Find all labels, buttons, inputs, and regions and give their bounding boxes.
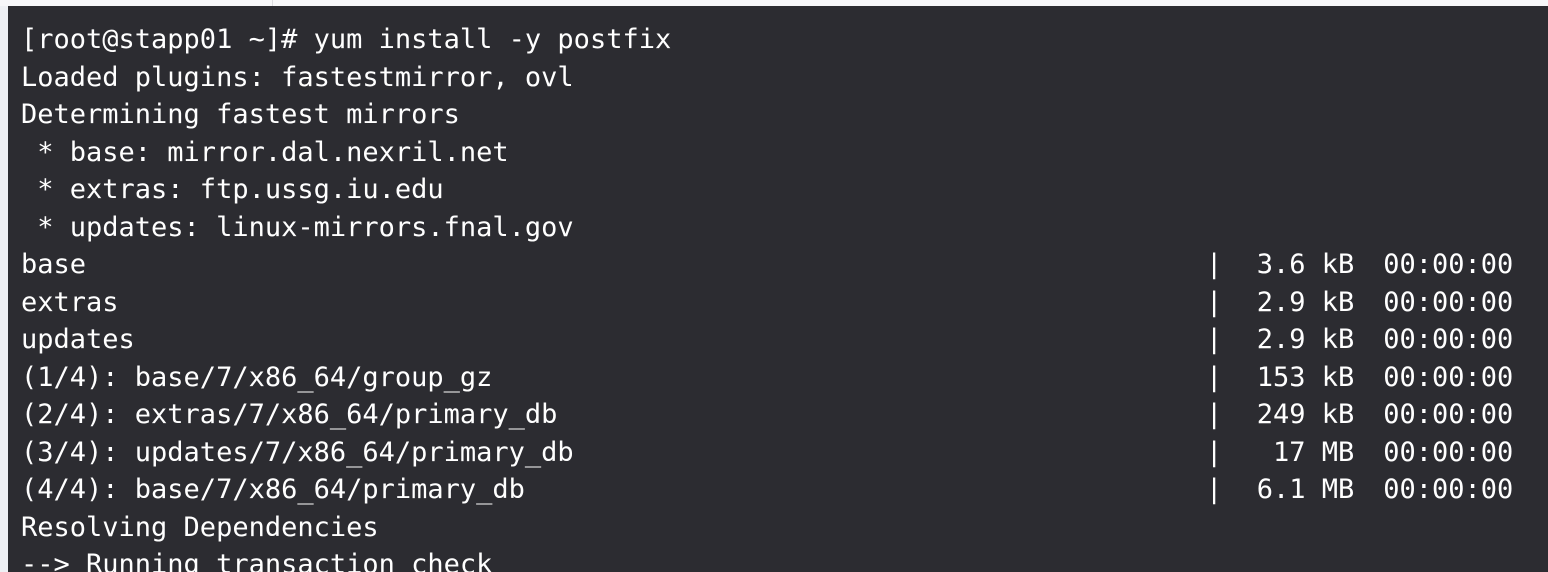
terminal-line: Resolving Dependencies xyxy=(21,509,1541,547)
download-time: 00:00:00 xyxy=(1383,474,1514,505)
download-size: 17 MB xyxy=(1272,436,1355,468)
separator-bar: | xyxy=(1206,286,1223,318)
terminal-output[interactable]: [root@stapp01 ~]# yum install -y postfix… xyxy=(21,21,1541,572)
screen-frame: [root@stapp01 ~]# yum install -y postfix… xyxy=(0,0,1548,572)
download-meta: | 3.6 kB 00:00:00 xyxy=(1206,246,1513,284)
download-time: 00:00:00 xyxy=(1383,361,1514,393)
download-item-name: (3/4): updates/7/x86_64/primary_db xyxy=(21,436,574,468)
download-meta: | 17 MB 00:00:00 xyxy=(1206,434,1513,472)
download-item-name: base xyxy=(21,249,87,280)
output-text: Loaded plugins: fastestmirror, ovl xyxy=(21,61,574,93)
download-line: base | 3.6 kB 00:00:00 xyxy=(21,246,1541,284)
download-size: 153 kB xyxy=(1256,361,1355,393)
command-prompt-line: [root@stapp01 ~]# yum install -y postfix xyxy=(21,24,672,55)
left-window-strip xyxy=(0,6,8,572)
download-item-name: extras xyxy=(21,286,119,318)
download-size: 2.9 kB xyxy=(1256,324,1355,355)
separator-bar: | xyxy=(1206,399,1223,430)
download-meta: | 2.9 kB 00:00:00 xyxy=(1206,284,1513,322)
mirror-entry: * updates: linux-mirrors.fnal.gov xyxy=(21,211,574,243)
download-time: 00:00:00 xyxy=(1383,286,1514,318)
output-text: --> Running transaction check xyxy=(21,549,493,572)
download-line: (2/4): extras/7/x86_64/primary_db | 249 k… xyxy=(21,396,1541,434)
download-size: 249 kB xyxy=(1256,399,1355,430)
download-time: 00:00:00 xyxy=(1383,436,1514,468)
download-item-name: (4/4): base/7/x86_64/primary_db xyxy=(21,474,525,505)
separator-bar: | xyxy=(1206,324,1223,355)
output-text: Resolving Dependencies xyxy=(21,511,379,543)
output-text: Determining fastest mirrors xyxy=(21,99,460,130)
terminal-line: Determining fastest mirrors xyxy=(21,96,1541,134)
terminal-line: * updates: linux-mirrors.fnal.gov xyxy=(21,209,1541,247)
download-meta: | 249 kB 00:00:00 xyxy=(1206,396,1513,434)
download-line: (1/4): base/7/x86_64/group_gz | 153 kB 00:… xyxy=(21,359,1541,397)
download-line: (3/4): updates/7/x86_64/primary_db | 17 M… xyxy=(21,434,1541,472)
mirror-entry: * extras: ftp.ussg.iu.edu xyxy=(21,174,444,205)
terminal-line: [root@stapp01 ~]# yum install -y postfix xyxy=(21,21,1541,59)
download-size: 3.6 kB xyxy=(1256,249,1355,280)
terminal-line: * base: mirror.dal.nexril.net xyxy=(21,134,1541,172)
download-time: 00:00:00 xyxy=(1383,399,1514,430)
download-item-name: (2/4): extras/7/x86_64/primary_db xyxy=(21,399,558,430)
download-size: 6.1 MB xyxy=(1256,474,1355,505)
mirror-entry: * base: mirror.dal.nexril.net xyxy=(21,136,509,168)
terminal-line: * extras: ftp.ussg.iu.edu xyxy=(21,171,1541,209)
separator-bar: | xyxy=(1206,361,1223,393)
separator-bar: | xyxy=(1206,474,1223,505)
download-size: 2.9 kB xyxy=(1256,286,1355,318)
terminal-line: Loaded plugins: fastestmirror, ovl xyxy=(21,59,1541,97)
download-meta: | 153 kB 00:00:00 xyxy=(1206,359,1513,397)
download-line: updates | 2.9 kB 00:00:00 xyxy=(21,321,1541,359)
download-meta: | 2.9 kB 00:00:00 xyxy=(1206,321,1513,359)
terminal-line: --> Running transaction check xyxy=(21,546,1541,572)
download-time: 00:00:00 xyxy=(1383,249,1514,280)
terminal-window[interactable]: [root@stapp01 ~]# yum install -y postfix… xyxy=(8,6,1548,572)
download-item-name: updates xyxy=(21,324,135,355)
separator-bar: | xyxy=(1206,436,1223,468)
download-line: extras | 2.9 kB 00:00:00 xyxy=(21,284,1541,322)
download-meta: | 6.1 MB 00:00:00 xyxy=(1206,471,1513,509)
download-time: 00:00:00 xyxy=(1383,324,1514,355)
separator-bar: | xyxy=(1206,249,1223,280)
download-line: (4/4): base/7/x86_64/primary_db | 6.1 MB 0… xyxy=(21,471,1541,509)
download-item-name: (1/4): base/7/x86_64/group_gz xyxy=(21,361,493,393)
